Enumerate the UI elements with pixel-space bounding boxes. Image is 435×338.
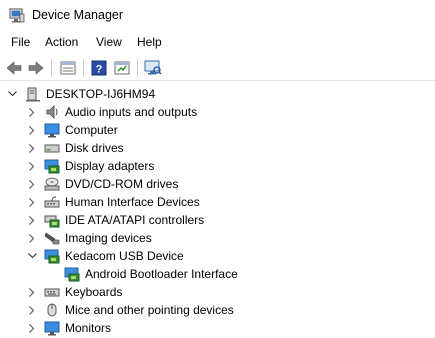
tree-category-label: Audio inputs and outputs [65,105,198,119]
tree-category[interactable]: Display adapters [0,157,435,175]
tree-category-label: Computer [65,123,118,137]
ide-controller-icon [44,215,60,228]
collapsed-chevron-icon[interactable] [27,160,37,172]
device-tree: DESKTOP-IJ6HM94 Audio inputs and outputs… [0,82,435,338]
dvd-drive-icon [44,177,60,191]
computer-tower-icon [26,87,40,102]
update-driver-button[interactable] [112,58,132,78]
tree-category[interactable]: Mice and other pointing devices [0,301,435,319]
menu-file[interactable]: File [11,35,30,49]
properties-icon [60,61,76,75]
hid-icon [44,196,60,208]
collapsed-chevron-icon[interactable] [27,142,37,154]
tree-category-label: DVD/CD-ROM drives [65,177,179,191]
tree-category[interactable]: Disk drives [0,139,435,157]
tree-device[interactable]: Android Bootloader Interface [0,265,435,283]
collapsed-chevron-icon[interactable] [27,304,37,316]
window-title: Device Manager [32,8,124,22]
tree-category[interactable]: Human Interface Devices [0,193,435,211]
camera-icon [44,232,60,245]
tree-category[interactable]: Computer [0,121,435,139]
properties-button[interactable] [58,58,78,78]
back-arrow-icon [6,61,22,75]
toolbar-separator [83,59,84,77]
tree-category[interactable]: Imaging devices [0,229,435,247]
tree-category[interactable]: DVD/CD-ROM drives [0,175,435,193]
collapsed-chevron-icon[interactable] [27,106,37,118]
update-driver-icon [114,61,130,75]
collapsed-chevron-icon[interactable] [27,232,37,244]
scan-hardware-button[interactable] [143,58,163,78]
tree-category[interactable]: Kedacom USB Device [0,247,435,265]
menu-action[interactable]: Action [45,35,78,49]
menu-view[interactable]: View [96,35,122,49]
disk-drive-icon [44,144,60,153]
tree-category-label: Disk drives [65,141,124,155]
toolbar: ? [0,54,435,81]
collapsed-chevron-icon[interactable] [27,322,37,334]
usb-device-icon [44,249,60,264]
tree-root-label: DESKTOP-IJ6HM94 [46,87,156,101]
monitor-icon [44,321,60,336]
expanded-chevron-icon[interactable] [7,88,17,100]
back-button[interactable] [4,58,24,78]
forward-arrow-icon [28,61,44,75]
tree-category-label: Imaging devices [65,231,152,245]
menu-bar: File Action View Help [0,31,435,53]
tree-category-label: Keyboards [65,285,123,299]
toolbar-separator [137,59,138,77]
tree-category[interactable]: Keyboards [0,283,435,301]
collapsed-chevron-icon[interactable] [27,286,37,298]
tree-category-label: IDE ATA/ATAPI controllers [65,213,205,227]
tree-category-label: Display adapters [65,159,155,173]
tree-category-label: Human Interface Devices [65,195,200,209]
tree-category[interactable]: Monitors [0,319,435,337]
display-adapter-icon [44,159,60,174]
tree-root[interactable]: DESKTOP-IJ6HM94 [0,85,435,103]
speaker-icon [46,105,58,119]
collapsed-chevron-icon[interactable] [27,196,37,208]
collapsed-chevron-icon[interactable] [27,178,37,190]
expanded-chevron-icon[interactable] [27,250,37,262]
collapsed-chevron-icon[interactable] [27,214,37,226]
tree-device-label: Android Bootloader Interface [85,267,238,281]
tree-category[interactable]: IDE ATA/ATAPI controllers [0,211,435,229]
scan-hardware-icon [144,60,162,75]
tree-category-label: Mice and other pointing devices [65,303,234,317]
collapsed-chevron-icon[interactable] [27,124,37,136]
tree-category-label: Monitors [65,321,112,335]
keyboard-icon [44,288,60,297]
menu-help[interactable]: Help [137,35,162,49]
toolbar-separator [51,59,52,77]
device-manager-icon [9,8,25,23]
title-bar: Device Manager [0,0,435,31]
mouse-icon [47,303,57,317]
svg-text:?: ? [96,64,103,76]
help-icon: ? [91,60,107,76]
help-button[interactable]: ? [89,58,109,78]
forward-button[interactable] [26,58,46,78]
monitor-icon [44,123,60,138]
usb-device-icon [64,267,80,282]
tree-category-label: Kedacom USB Device [65,249,184,263]
tree-category[interactable]: Audio inputs and outputs [0,103,435,121]
